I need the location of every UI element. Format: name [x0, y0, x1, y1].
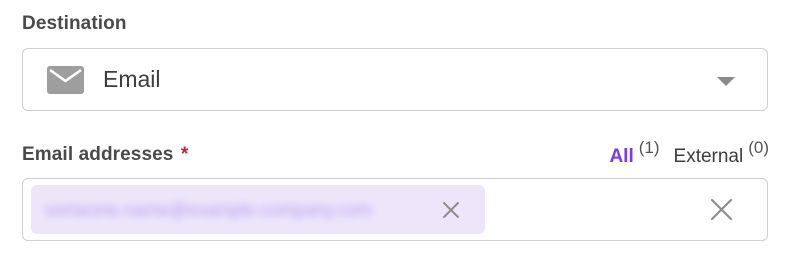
email-chip-value: someone.name@example-company.com — [45, 200, 373, 220]
filter-external-count: (0) — [748, 138, 769, 157]
email-chip: someone.name@example-company.com — [31, 185, 485, 234]
filter-all-label: All — [609, 146, 634, 167]
destination-label: Destination — [22, 13, 127, 34]
filter-external-link[interactable]: External (0) — [674, 138, 769, 168]
email-addresses-label-text: Email addresses — [22, 144, 174, 165]
email-addresses-input[interactable]: someone.name@example-company.com — [22, 178, 768, 241]
close-icon[interactable] — [440, 199, 462, 221]
clear-all-icon[interactable] — [709, 197, 734, 222]
chevron-down-icon — [717, 77, 735, 86]
email-addresses-label: Email addresses * — [22, 144, 188, 166]
mail-icon — [47, 66, 84, 94]
filter-all-link[interactable]: All (1) — [609, 138, 659, 168]
filter-all-count: (1) — [638, 138, 660, 157]
required-marker: * — [180, 144, 189, 165]
destination-select[interactable]: Email — [22, 48, 768, 111]
filter-external-label: External — [673, 146, 744, 167]
recipient-filters: All (1) External (0) — [609, 138, 769, 168]
destination-select-value: Email — [103, 66, 161, 92]
